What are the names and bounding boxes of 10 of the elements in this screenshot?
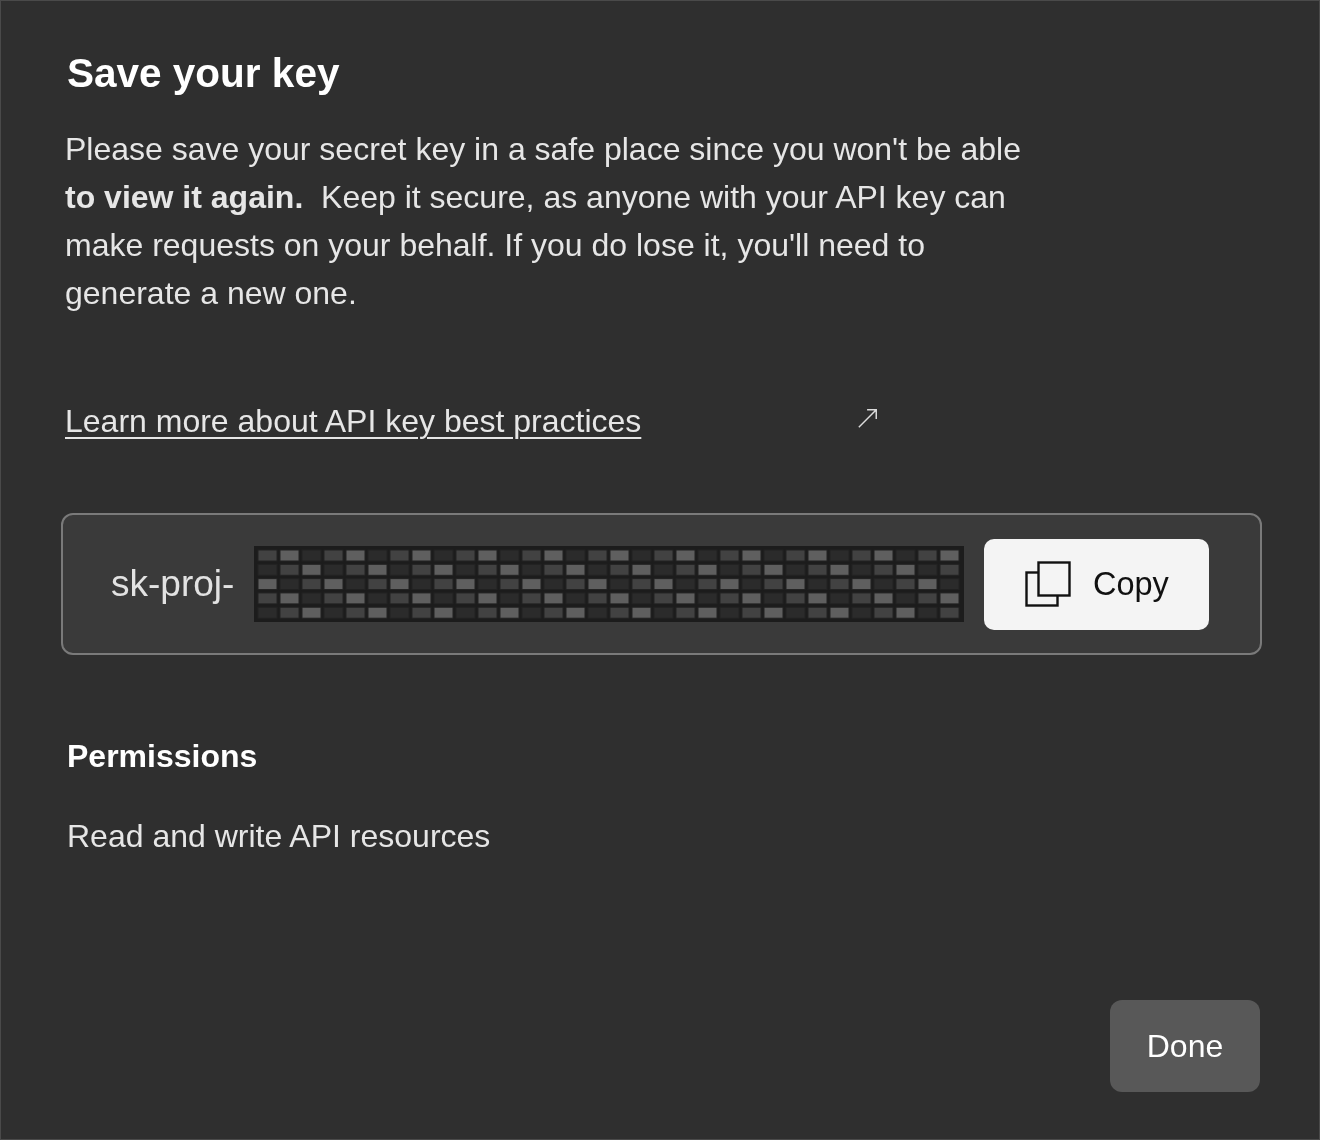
dialog-title: Save your key — [67, 51, 340, 95]
copy-button[interactable]: Copy — [984, 538, 1210, 630]
copy-icon — [1024, 561, 1071, 607]
key-prefix: sk-proj- — [111, 563, 235, 605]
message-text: Please save your secret key in a safe place since you won't be able to view it again. Keep it secure, as anyone with your API key can make requests on your behalf. If you do lose it, you'll need to generate a new one. — [65, 130, 1022, 313]
permissions-value: Read and write API resources — [67, 819, 491, 853]
permissions-heading: Permissions — [67, 739, 258, 773]
external-link-icon — [857, 407, 879, 429]
best-practices-link[interactable]: Learn more about API key best practices — [65, 397, 879, 445]
done-button[interactable]: Done — [1110, 1000, 1260, 1092]
